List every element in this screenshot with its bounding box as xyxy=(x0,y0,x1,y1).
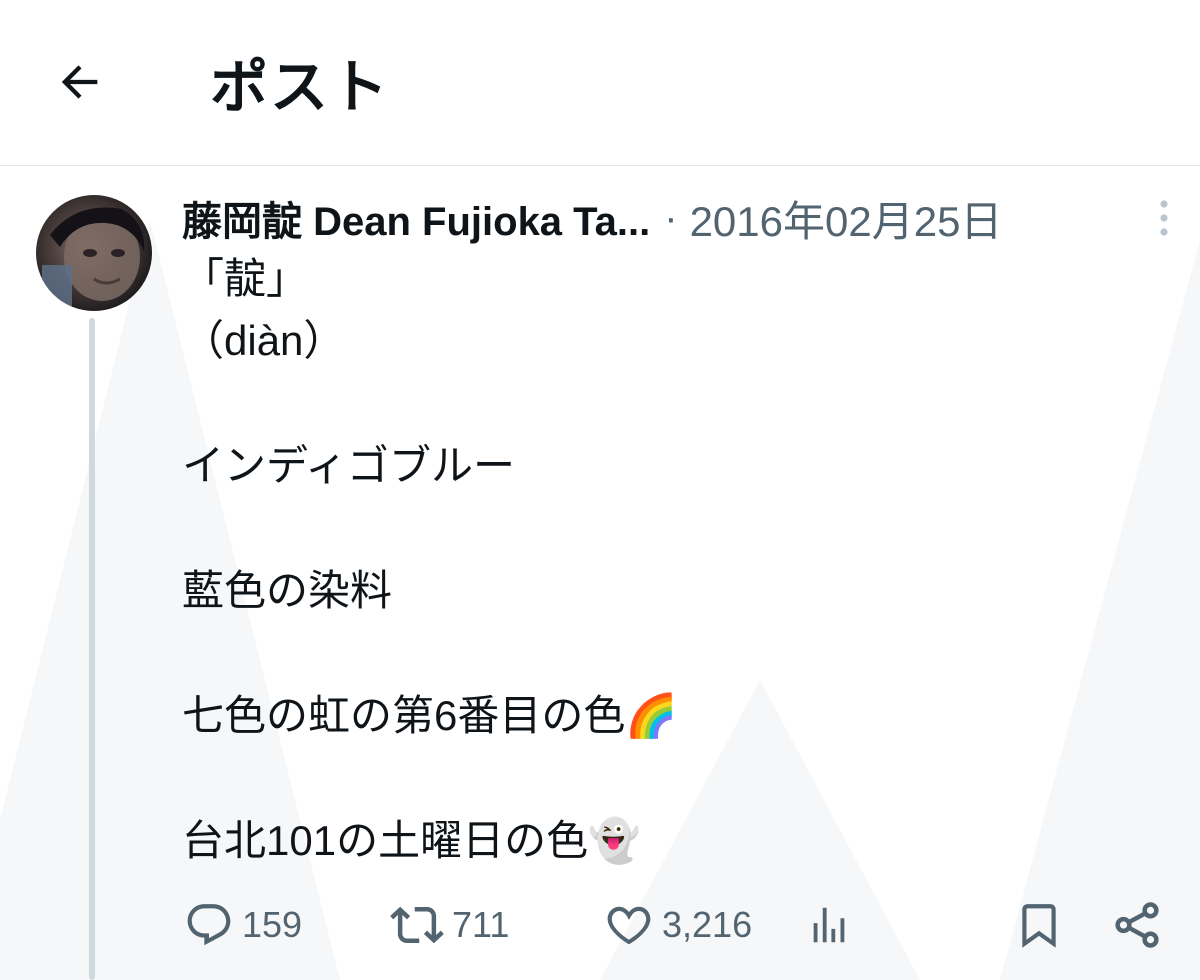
repost-icon xyxy=(390,898,444,952)
post-text-line: インディゴブルー xyxy=(182,442,516,489)
more-vertical-icon xyxy=(1157,198,1171,243)
like-button[interactable]: 3,216 xyxy=(604,890,752,960)
post-text: 「靛」 （diàn） インディゴブルー 藍色の染料 七色の虹の第6番目の色🌈 台… xyxy=(182,248,1162,872)
views-button[interactable] xyxy=(806,890,852,960)
post-text-blank xyxy=(182,497,1162,560)
post-date[interactable]: 2016年02月25日 xyxy=(690,188,1003,249)
post-text-blank xyxy=(182,372,1162,435)
top-header: ポスト xyxy=(0,0,1200,166)
post-text-line: 「靛」 xyxy=(182,255,309,302)
post-detail-page: ポスト 藤岡靛 Dean Fujioka Ta... · 2016年02月25日… xyxy=(0,0,1200,980)
reply-count: 159 xyxy=(242,904,303,945)
thread-connector-line xyxy=(89,318,95,980)
share-button[interactable] xyxy=(1110,890,1164,960)
arrow-left-icon xyxy=(54,56,106,113)
author-name[interactable]: 藤岡靛 Dean Fujioka Ta... xyxy=(182,189,650,247)
reply-button[interactable]: 159 xyxy=(184,890,302,960)
author-avatar[interactable] xyxy=(36,195,152,311)
back-button[interactable] xyxy=(48,52,112,116)
post-text-blank xyxy=(182,622,1162,685)
heart-icon xyxy=(604,900,654,950)
post-text-line: 七色の虹の第6番目の色🌈 xyxy=(182,692,678,739)
bookmark-button[interactable] xyxy=(1014,890,1064,960)
repost-count: 711 xyxy=(452,904,510,945)
post-meta-row: 藤岡靛 Dean Fujioka Ta... · 2016年02月25日 xyxy=(182,190,1002,246)
post-text-line: 藍色の染料 xyxy=(182,567,393,614)
views-chart-icon xyxy=(806,902,852,948)
post-text-blank xyxy=(182,747,1162,810)
post-text-line: 台北101の土曜日の色👻 xyxy=(182,817,641,864)
post-action-bar: 159 711 3,216 xyxy=(0,890,1200,960)
post-text-line: （diàn） xyxy=(182,317,346,364)
meta-separator: · xyxy=(664,195,678,240)
share-icon xyxy=(1110,898,1164,952)
like-count: 3,216 xyxy=(662,904,753,945)
bookmark-icon xyxy=(1014,900,1064,950)
avatar-photo xyxy=(42,207,145,311)
reply-icon xyxy=(184,900,234,950)
more-options-button[interactable] xyxy=(1146,196,1182,244)
page-title: ポスト xyxy=(210,55,391,120)
repost-button[interactable]: 711 xyxy=(390,890,509,960)
